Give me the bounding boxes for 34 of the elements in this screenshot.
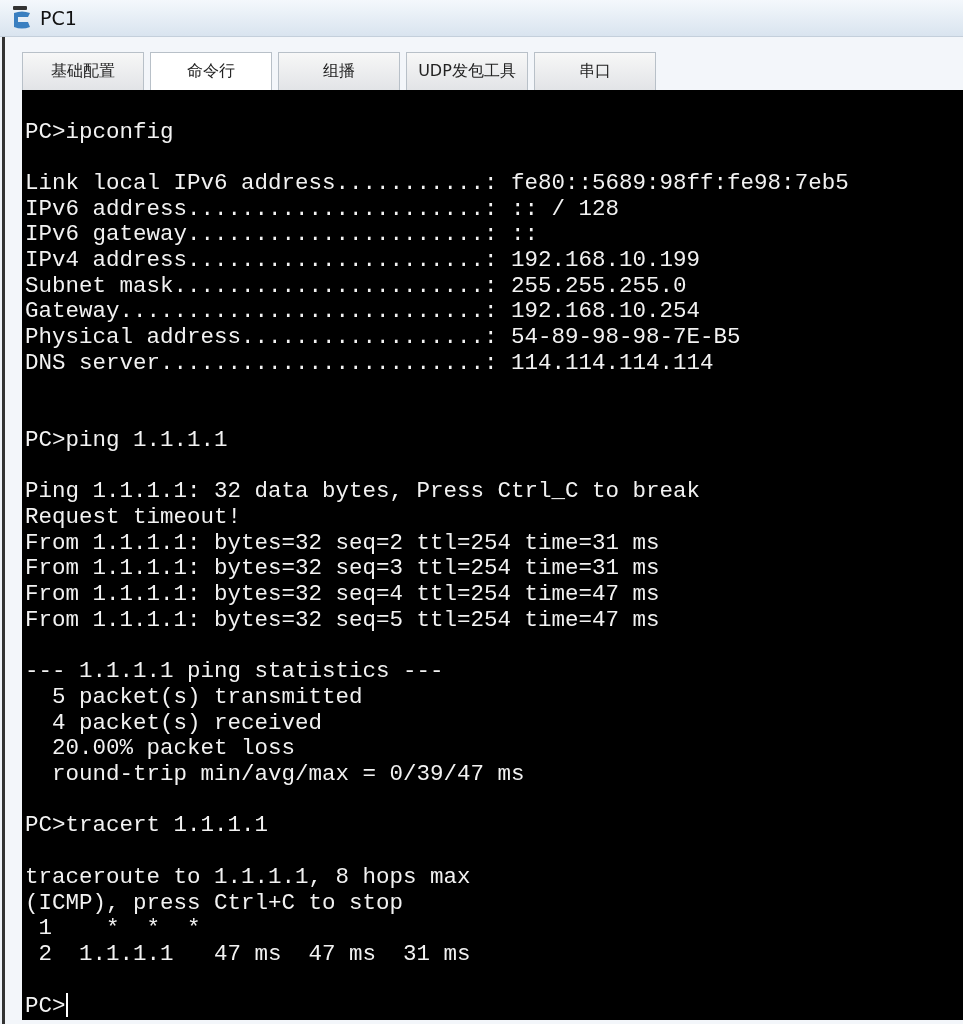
console-line: Physical address..................: 54-89-98-98-7E-B5 [25, 325, 741, 351]
console-line: Gateway...........................: 192.168.10.254 [25, 299, 701, 326]
console-line: From 1.1.1.1: bytes=32 seq=5 ttl=254 time=47 ms [25, 607, 660, 634]
console-line: PC>tracert 1.1.1.1 [25, 813, 269, 840]
console-line: IPv6 address......................: :: / 128 [25, 196, 620, 223]
console-line: Request timeout! [25, 505, 242, 531]
tab[interactable]: UDP发包工具 [406, 51, 528, 90]
terminal-console[interactable] [22, 89, 963, 1020]
console-line: --- 1.1.1.1 ping statistics --- [25, 659, 444, 685]
console-line: Link local IPv6 address...........: fe80::5689:98ff:fe98:7eb5 [25, 170, 849, 197]
tab[interactable]: 命令行 [150, 51, 272, 90]
console-line: PC>ping 1.1.1.1 [25, 427, 228, 454]
console-line: 2 1.1.1.1 47 ms 47 ms 31 ms [37, 941, 471, 968]
console-line: PC>ipconfig [25, 119, 174, 146]
console-line: Subnet mask.......................: 255.255.255.0 [25, 273, 687, 300]
console-line: From 1.1.1.1: bytes=32 seq=2 ttl=254 time=31 ms [25, 530, 660, 557]
console-line: Ping 1.1.1.1: 32 data bytes, Press Ctrl_C to break [25, 479, 701, 505]
console-line: (ICMP), press Ctrl+C to stop [25, 890, 404, 917]
console-line: From 1.1.1.1: bytes=32 seq=4 ttl=254 time=47 ms [25, 582, 660, 608]
tab[interactable]: 基础配置 [22, 51, 144, 90]
console-line: traceroute to 1.1.1.1, 8 hops max [25, 864, 471, 891]
console-line: 4 packet(s) received [51, 710, 323, 737]
tab[interactable]: 串口 [534, 51, 656, 90]
console-line: From 1.1.1.1: bytes=32 seq=3 ttl=254 time=31 ms [25, 556, 660, 583]
tab[interactable]: 组播 [278, 51, 400, 90]
console-line: round-trip min/avg/max = 0/39/47 ms [51, 762, 525, 788]
console-line: 20.00% packet loss [51, 736, 296, 762]
console-line: IPv4 address......................: 192.168.10.199 [25, 248, 701, 274]
console-line: PC> [25, 993, 68, 1020]
console-line: 5 packet(s) transmitted [51, 684, 363, 711]
console-line: 1 * * * [37, 916, 201, 942]
console-line: IPv6 gateway......................: :: [25, 222, 539, 248]
window-title: PC1 [40, 6, 77, 29]
console-line: DNS server........................: 114.114.114.114 [25, 350, 714, 377]
